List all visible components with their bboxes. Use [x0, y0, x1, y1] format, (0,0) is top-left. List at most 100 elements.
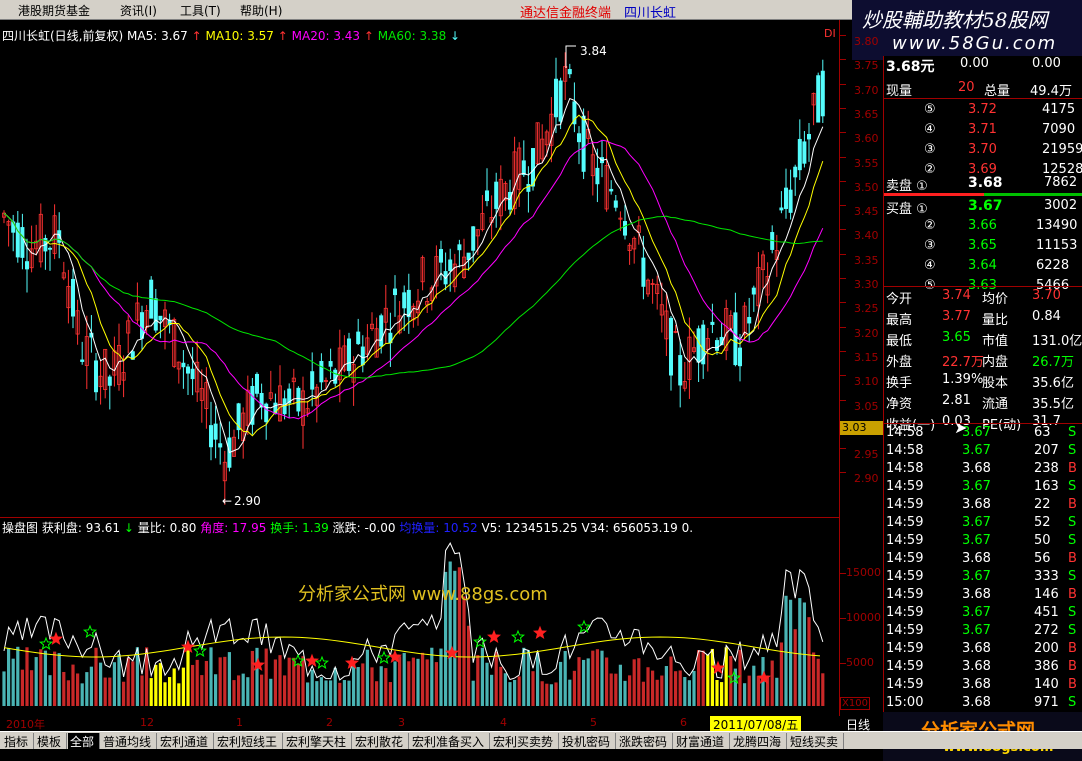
volume-bar	[586, 658, 590, 706]
kline-svg	[2, 45, 825, 505]
stat-value: 22.7万	[942, 355, 984, 370]
tab-5[interactable]: 宏利短线王	[215, 733, 283, 749]
volume-bar	[117, 654, 121, 706]
price-tick-label: 2.95	[854, 448, 879, 462]
menu-info[interactable]: 资讯(I)	[120, 2, 157, 19]
price-tick	[840, 253, 846, 255]
ma10-label: MA10: 3.57	[205, 29, 274, 43]
tick-time: 14:59	[886, 533, 924, 548]
price-axis: 3.80 3.75 3.70 3.65 3.60 3.55 3.50 3.45 3.40 3.35…	[840, 20, 883, 517]
volume-bar	[499, 666, 503, 706]
volume-bar	[154, 664, 158, 706]
volume-bar	[494, 651, 498, 706]
tick-row: 14:59 3.68 200 B	[884, 641, 1082, 659]
candle-body	[158, 315, 163, 321]
tab-1[interactable]: 模板	[35, 733, 67, 749]
candle-body	[784, 187, 789, 209]
tab-6[interactable]: 宏利擎天柱	[284, 733, 352, 749]
volume-bar	[172, 668, 176, 706]
stat-label: 净资	[886, 397, 913, 412]
tick-time: 14:59	[886, 479, 924, 494]
volume-bar	[536, 652, 540, 706]
tab-14[interactable]: 短线买卖	[788, 733, 844, 749]
volume-bar	[407, 661, 411, 706]
date-label: 6	[680, 716, 687, 729]
tick-price: 3.67	[962, 515, 991, 530]
tab-12[interactable]: 财富通道	[674, 733, 730, 749]
tab-2[interactable]: 全部	[68, 733, 100, 749]
candle-body	[816, 75, 821, 123]
ma5-line	[3, 97, 824, 454]
volume-bar	[439, 648, 443, 706]
tab-7[interactable]: 宏利散花	[353, 733, 409, 749]
tab-13[interactable]: 龙腾四海	[731, 733, 787, 749]
price-tick-label: 3.05	[854, 399, 879, 413]
volume-bar	[273, 659, 277, 706]
volume-bar	[191, 664, 195, 706]
volume-bar	[784, 595, 788, 706]
stat-value: 131.0亿	[1032, 334, 1082, 349]
stat-label: 外盘	[886, 355, 913, 370]
volume-bar	[89, 666, 93, 706]
menu-tools[interactable]: 工具(T)	[180, 2, 221, 19]
bid-level: ④	[924, 258, 936, 273]
tick-side: S	[1068, 605, 1077, 620]
candle-body	[190, 368, 195, 380]
tab-9[interactable]: 宏利买卖势	[491, 733, 559, 749]
volume-bar	[605, 657, 609, 706]
candle-body	[185, 366, 190, 374]
indicator-name: 操盘图	[2, 521, 39, 535]
bid-row: ② 3.66 13490	[884, 218, 1082, 236]
tick-volume: 200	[1034, 641, 1059, 656]
candle-body	[328, 361, 333, 367]
stat-value: 2.81	[942, 393, 971, 408]
date-box: 2011/07/08/五	[710, 716, 802, 732]
candle-body	[567, 69, 572, 75]
candle-body	[457, 244, 462, 251]
candle-body	[213, 423, 218, 440]
tab-0[interactable]: 指标	[2, 733, 34, 749]
tab-8[interactable]: 宏利准备买入	[410, 733, 490, 749]
ask-volume: 21959	[1042, 142, 1082, 157]
candle-body	[802, 141, 807, 164]
tick-row: 14:58 3.67 63 S	[884, 425, 1082, 443]
tick-price: 3.67	[962, 533, 991, 548]
volume-bar	[807, 617, 811, 706]
volume-bar	[508, 682, 512, 706]
candle-body	[521, 160, 526, 176]
red-star-icon	[486, 629, 502, 643]
ma20-label: MA20: 3.43	[291, 29, 361, 43]
menu-help[interactable]: 帮助(H)	[240, 2, 282, 19]
ask-price: 3.72	[968, 102, 997, 117]
tick-side: B	[1068, 587, 1077, 602]
tab-3[interactable]: 普通均线	[101, 733, 157, 749]
candle-body	[333, 369, 338, 384]
volume-bar	[531, 671, 535, 706]
current-price-box: 3.03	[840, 421, 883, 435]
bid-row: ④ 3.64 6228	[884, 258, 1082, 276]
price-tick	[840, 448, 846, 450]
candle-body	[208, 425, 213, 448]
volume-bar	[637, 658, 641, 706]
now-volume: 20	[958, 80, 975, 95]
volume-bar	[476, 655, 480, 706]
volume-tick-label: 15000	[846, 566, 881, 579]
tab-10[interactable]: 投机密码	[560, 733, 616, 749]
tick-price: 3.68	[962, 677, 991, 692]
volume-bar	[319, 677, 323, 706]
tick-time: 14:58	[886, 461, 924, 476]
tab-4[interactable]: 宏利通道	[158, 733, 214, 749]
tab-11[interactable]: 涨跌密码	[617, 733, 673, 749]
volume-bar	[540, 681, 544, 706]
candle-body	[526, 183, 531, 192]
volume-bar	[706, 654, 710, 706]
tick-volume: 207	[1034, 443, 1059, 458]
price-tick-label: 3.75	[854, 59, 879, 73]
green-star-icon	[314, 655, 330, 669]
tick-row: 14:59 3.68 140 B	[884, 677, 1082, 695]
candle-body	[577, 133, 582, 143]
tick-time: 14:59	[886, 515, 924, 530]
volume-bar	[227, 652, 231, 706]
menu-hk-futures[interactable]: 港股期货基金	[18, 2, 90, 19]
candle-body	[484, 190, 489, 202]
